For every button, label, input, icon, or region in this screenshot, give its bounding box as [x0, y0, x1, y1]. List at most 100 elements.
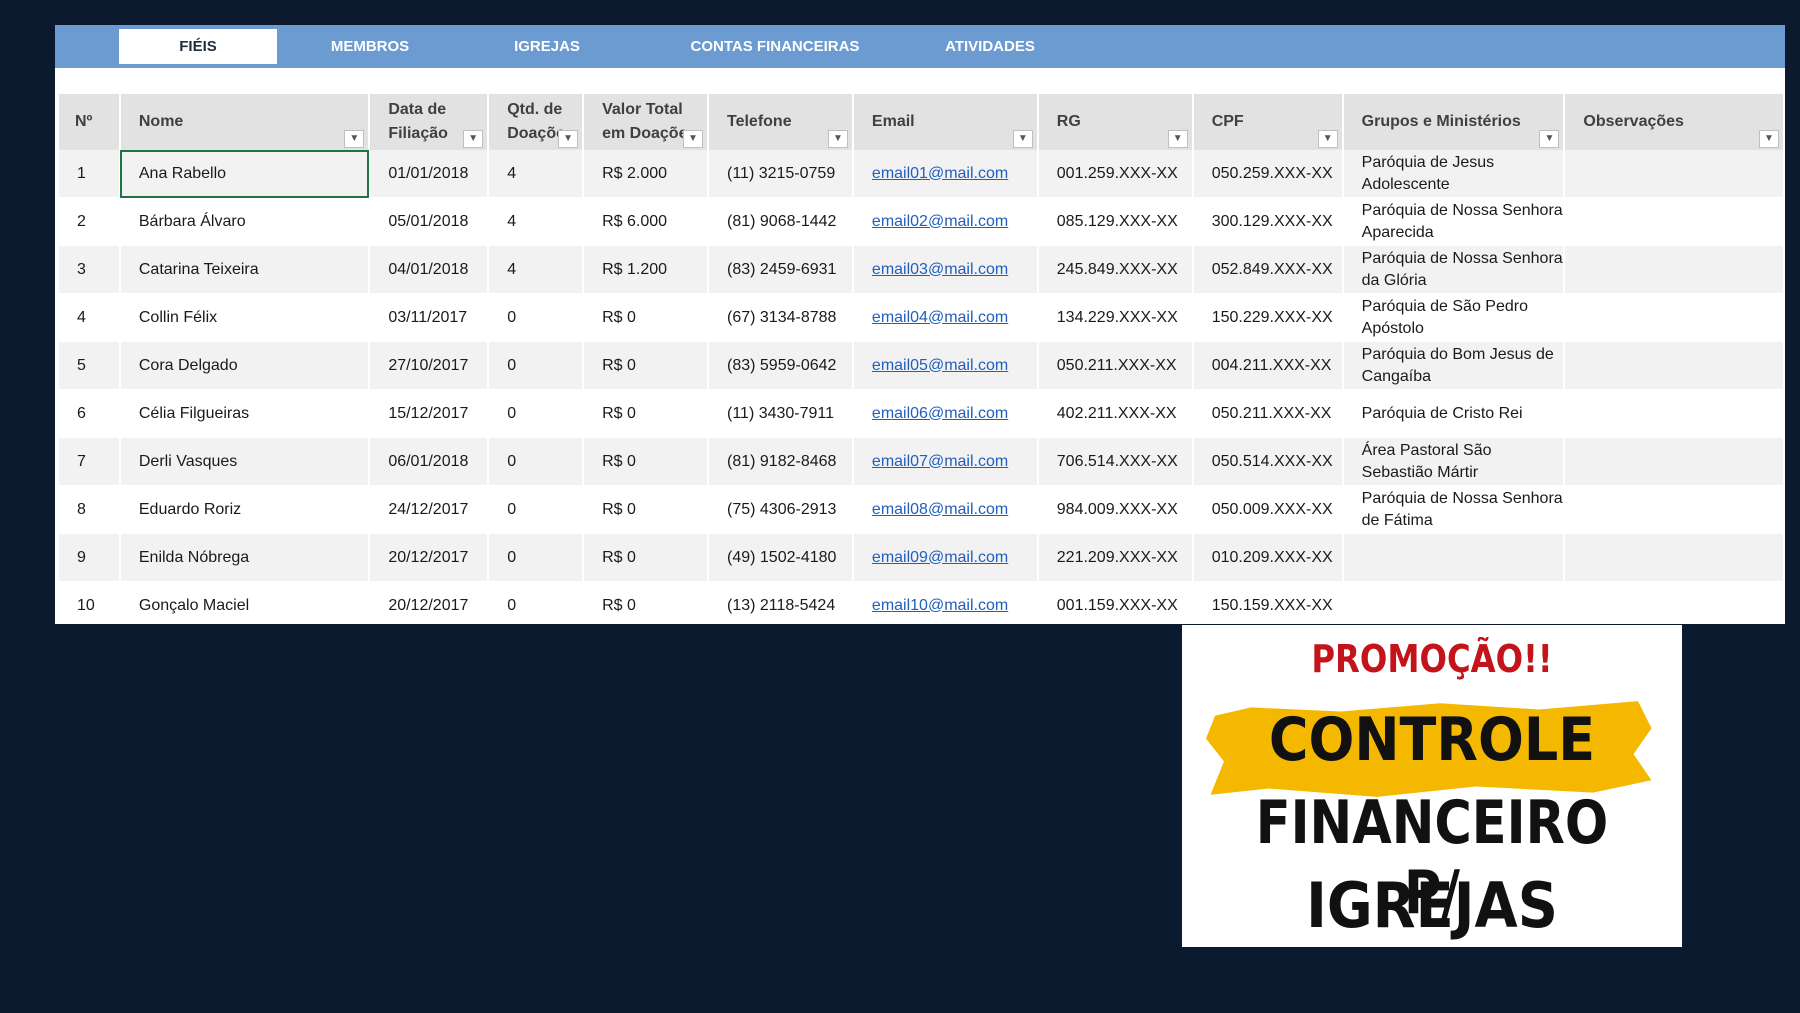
filter-dropdown-icon[interactable]: ▼ [1317, 130, 1338, 148]
cell-grupos[interactable]: Paróquia de Cristo Rei [1342, 389, 1566, 438]
tab-membros[interactable]: MEMBROS [305, 29, 435, 64]
cell-data-filiacao[interactable]: 06/01/2018 [369, 437, 490, 486]
cell-qtd-doacoes[interactable]: 0 [488, 293, 585, 342]
cell-observacoes[interactable] [1564, 150, 1785, 198]
column-header-nome[interactable]: Nome ▼ [119, 94, 371, 150]
filter-dropdown-icon[interactable]: ▼ [683, 130, 703, 148]
cell-observacoes[interactable] [1564, 581, 1785, 624]
cell-cpf[interactable]: 300.129.XXX-XX [1192, 197, 1344, 246]
cell-grupos[interactable]: Paróquia de Nossa Senhora Aparecida [1342, 197, 1566, 246]
column-header-qtd-doacoes[interactable]: Qtd. de Doaçõe ▼ [488, 94, 585, 150]
column-header-cpf[interactable]: CPF ▼ [1192, 94, 1344, 150]
cell-qtd-doacoes[interactable]: 0 [488, 533, 585, 582]
cell-data-filiacao[interactable]: 27/10/2017 [369, 341, 490, 390]
cell-observacoes[interactable] [1564, 437, 1785, 486]
column-header-grupos[interactable]: Grupos e Ministérios ▼ [1342, 94, 1566, 150]
cell-valor-total[interactable]: R$ 1.200 [583, 245, 709, 294]
cell-observacoes[interactable] [1564, 341, 1785, 390]
cell-telefone[interactable]: (75) 4306-2913 [708, 485, 854, 534]
cell-nome[interactable]: Ana Rabello [119, 150, 371, 198]
cell-telefone[interactable]: (13) 2118-5424 [708, 581, 854, 624]
cell-num[interactable]: 9 [59, 533, 121, 582]
cell-nome[interactable]: Gonçalo Maciel [119, 581, 371, 624]
cell-qtd-doacoes[interactable]: 0 [488, 485, 585, 534]
cell-cpf[interactable]: 050.259.XXX-XX [1192, 150, 1344, 198]
column-header-telefone[interactable]: Telefone ▼ [708, 94, 854, 150]
cell-num[interactable]: 10 [59, 581, 121, 624]
cell-data-filiacao[interactable]: 20/12/2017 [369, 533, 490, 582]
cell-valor-total[interactable]: R$ 0 [583, 341, 709, 390]
filter-dropdown-icon[interactable]: ▼ [463, 130, 484, 148]
cell-grupos[interactable]: Área Pastoral São Sebastião Mártir [1342, 437, 1566, 486]
cell-data-filiacao[interactable]: 15/12/2017 [369, 389, 490, 438]
cell-nome[interactable]: Catarina Teixeira [119, 245, 371, 294]
cell-nome[interactable]: Cora Delgado [119, 341, 371, 390]
cell-grupos[interactable]: Paróquia do Bom Jesus de Cangaíba [1342, 341, 1566, 390]
cell-data-filiacao[interactable]: 04/01/2018 [369, 245, 490, 294]
cell-cpf[interactable]: 004.211.XXX-XX [1192, 341, 1344, 390]
cell-num[interactable]: 3 [59, 245, 121, 294]
tab-contas-financeiras[interactable]: CONTAS FINANCEIRAS [665, 29, 885, 64]
column-header-rg[interactable]: RG ▼ [1037, 94, 1194, 150]
cell-cpf[interactable]: 010.209.XXX-XX [1192, 533, 1344, 582]
cell-cpf[interactable]: 050.211.XXX-XX [1192, 389, 1344, 438]
cell-telefone[interactable]: (81) 9182-8468 [708, 437, 854, 486]
cell-observacoes[interactable] [1564, 245, 1785, 294]
filter-dropdown-icon[interactable]: ▼ [344, 130, 365, 148]
filter-dropdown-icon[interactable]: ▼ [1167, 130, 1188, 148]
cell-nome[interactable]: Bárbara Álvaro [119, 197, 371, 246]
cell-email[interactable]: email09@mail.com [852, 533, 1039, 582]
cell-data-filiacao[interactable]: 01/01/2018 [369, 150, 490, 198]
cell-valor-total[interactable]: R$ 0 [583, 485, 709, 534]
cell-grupos[interactable]: Paróquia de Nossa Senhora da Glória [1342, 245, 1566, 294]
cell-data-filiacao[interactable]: 24/12/2017 [369, 485, 490, 534]
cell-num[interactable]: 4 [59, 293, 121, 342]
tab-igrejas[interactable]: IGREJAS [487, 29, 607, 64]
cell-data-filiacao[interactable]: 05/01/2018 [369, 197, 490, 246]
cell-email[interactable]: email01@mail.com [852, 150, 1039, 198]
cell-cpf[interactable]: 150.159.XXX-XX [1192, 581, 1344, 624]
cell-num[interactable]: 7 [59, 437, 121, 486]
cell-qtd-doacoes[interactable]: 4 [488, 150, 585, 198]
filter-dropdown-icon[interactable]: ▼ [827, 130, 848, 148]
cell-observacoes[interactable] [1564, 293, 1785, 342]
cell-nome[interactable]: Derli Vasques [119, 437, 371, 486]
tab-fieis[interactable]: FIÉIS [119, 29, 277, 64]
cell-qtd-doacoes[interactable]: 0 [488, 389, 585, 438]
cell-valor-total[interactable]: R$ 0 [583, 533, 709, 582]
cell-rg[interactable]: 245.849.XXX-XX [1037, 245, 1194, 294]
cell-observacoes[interactable] [1564, 389, 1785, 438]
cell-email[interactable]: email10@mail.com [852, 581, 1039, 624]
cell-observacoes[interactable] [1564, 197, 1785, 246]
cell-telefone[interactable]: (11) 3430-7911 [708, 389, 854, 438]
cell-grupos[interactable]: Paróquia de São Pedro Apóstolo [1342, 293, 1566, 342]
cell-telefone[interactable]: (83) 5959-0642 [708, 341, 854, 390]
cell-observacoes[interactable] [1564, 485, 1785, 534]
cell-num[interactable]: 2 [59, 197, 121, 246]
cell-email[interactable]: email02@mail.com [852, 197, 1039, 246]
filter-dropdown-icon[interactable]: ▼ [1539, 130, 1560, 148]
cell-rg[interactable]: 085.129.XXX-XX [1037, 197, 1194, 246]
cell-telefone[interactable]: (81) 9068-1442 [708, 197, 854, 246]
tab-atividades[interactable]: ATIVIDADES [910, 29, 1070, 64]
cell-data-filiacao[interactable]: 20/12/2017 [369, 581, 490, 624]
cell-telefone[interactable]: (49) 1502-4180 [708, 533, 854, 582]
cell-rg[interactable]: 402.211.XXX-XX [1037, 389, 1194, 438]
cell-valor-total[interactable]: R$ 0 [583, 389, 709, 438]
cell-valor-total[interactable]: R$ 0 [583, 437, 709, 486]
cell-grupos[interactable]: Paróquia de Jesus Adolescente [1342, 150, 1566, 198]
cell-valor-total[interactable]: R$ 6.000 [583, 197, 709, 246]
column-header-data-filiacao[interactable]: Data de Filiação ▼ [369, 94, 490, 150]
cell-rg[interactable]: 706.514.XXX-XX [1037, 437, 1194, 486]
cell-email[interactable]: email03@mail.com [852, 245, 1039, 294]
cell-nome[interactable]: Enilda Nóbrega [119, 533, 371, 582]
column-header-observacoes[interactable]: Observações ▼ [1564, 94, 1785, 150]
filter-dropdown-icon[interactable]: ▼ [558, 130, 579, 148]
cell-email[interactable]: email06@mail.com [852, 389, 1039, 438]
cell-valor-total[interactable]: R$ 2.000 [583, 150, 709, 198]
cell-rg[interactable]: 134.229.XXX-XX [1037, 293, 1194, 342]
filter-dropdown-icon[interactable]: ▼ [1012, 130, 1033, 148]
cell-num[interactable]: 6 [59, 389, 121, 438]
cell-cpf[interactable]: 050.514.XXX-XX [1192, 437, 1344, 486]
cell-qtd-doacoes[interactable]: 4 [488, 197, 585, 246]
